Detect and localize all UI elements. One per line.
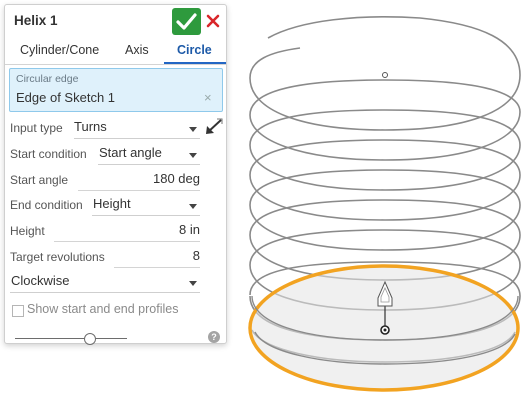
tab-cylinder-cone[interactable]: Cylinder/Cone <box>20 43 99 57</box>
end-condition-row: End condition Height <box>10 194 210 216</box>
show-profiles-label: Show start and end profiles <box>27 302 179 316</box>
direction-row: Clockwise <box>10 271 210 293</box>
target-revolutions-input[interactable]: 8 <box>193 248 200 263</box>
dialog-header: Helix 1 <box>5 5 226 35</box>
start-condition-select[interactable]: Start angle <box>99 145 162 160</box>
chevron-down-icon[interactable] <box>189 153 197 158</box>
start-angle-input[interactable]: 180 deg <box>153 171 200 186</box>
start-angle-row: Start angle 180 deg <box>10 169 210 191</box>
helix-feature-dialog: Helix 1 Cylinder/Cone Axis Circle Circul… <box>4 4 227 345</box>
height-input[interactable]: 8 in <box>179 222 200 237</box>
show-profiles-checkbox[interactable] <box>12 305 24 317</box>
tab-bar: Cylinder/Cone Axis Circle <box>5 38 226 65</box>
chevron-down-icon[interactable] <box>189 281 197 286</box>
checkmark-icon <box>176 13 197 30</box>
preview-slider-track[interactable] <box>15 338 127 339</box>
tab-axis[interactable]: Axis <box>125 43 149 57</box>
target-revolutions-row: Target revolutions 8 <box>10 246 210 268</box>
start-condition-label: Start condition <box>10 147 87 161</box>
input-type-label: Input type <box>10 121 63 135</box>
height-row: Height 8 in <box>10 220 210 242</box>
end-condition-select[interactable]: Height <box>93 196 131 211</box>
circular-edge-value: Edge of Sketch 1 <box>16 90 116 105</box>
input-type-row: Input type Turns <box>10 117 210 139</box>
cancel-button[interactable] <box>204 11 222 31</box>
active-tab-indicator <box>164 62 226 64</box>
preview-slider-thumb[interactable] <box>84 333 96 345</box>
flip-direction-icon[interactable] <box>204 117 224 137</box>
start-condition-row: Start condition Start angle <box>10 143 210 165</box>
start-angle-label: Start angle <box>10 173 69 187</box>
input-type-select[interactable]: Turns <box>74 119 107 134</box>
close-icon <box>206 14 220 28</box>
dialog-title: Helix 1 <box>14 13 58 28</box>
height-label: Height <box>10 224 45 238</box>
helix-end-point[interactable] <box>382 72 388 78</box>
help-icon[interactable]: ? <box>208 331 220 343</box>
tab-circle[interactable]: Circle <box>177 43 212 57</box>
end-condition-label: End condition <box>10 198 83 212</box>
target-revolutions-label: Target revolutions <box>10 250 105 264</box>
accept-button[interactable] <box>172 8 201 35</box>
circular-edge-selection-field[interactable]: Circular edge Edge of Sketch 1 × <box>9 68 223 112</box>
clear-icon[interactable]: × <box>204 90 212 105</box>
direction-select[interactable]: Clockwise <box>11 273 70 288</box>
circular-edge-label: Circular edge <box>16 73 79 85</box>
chevron-down-icon[interactable] <box>189 204 197 209</box>
chevron-down-icon[interactable] <box>189 127 197 132</box>
